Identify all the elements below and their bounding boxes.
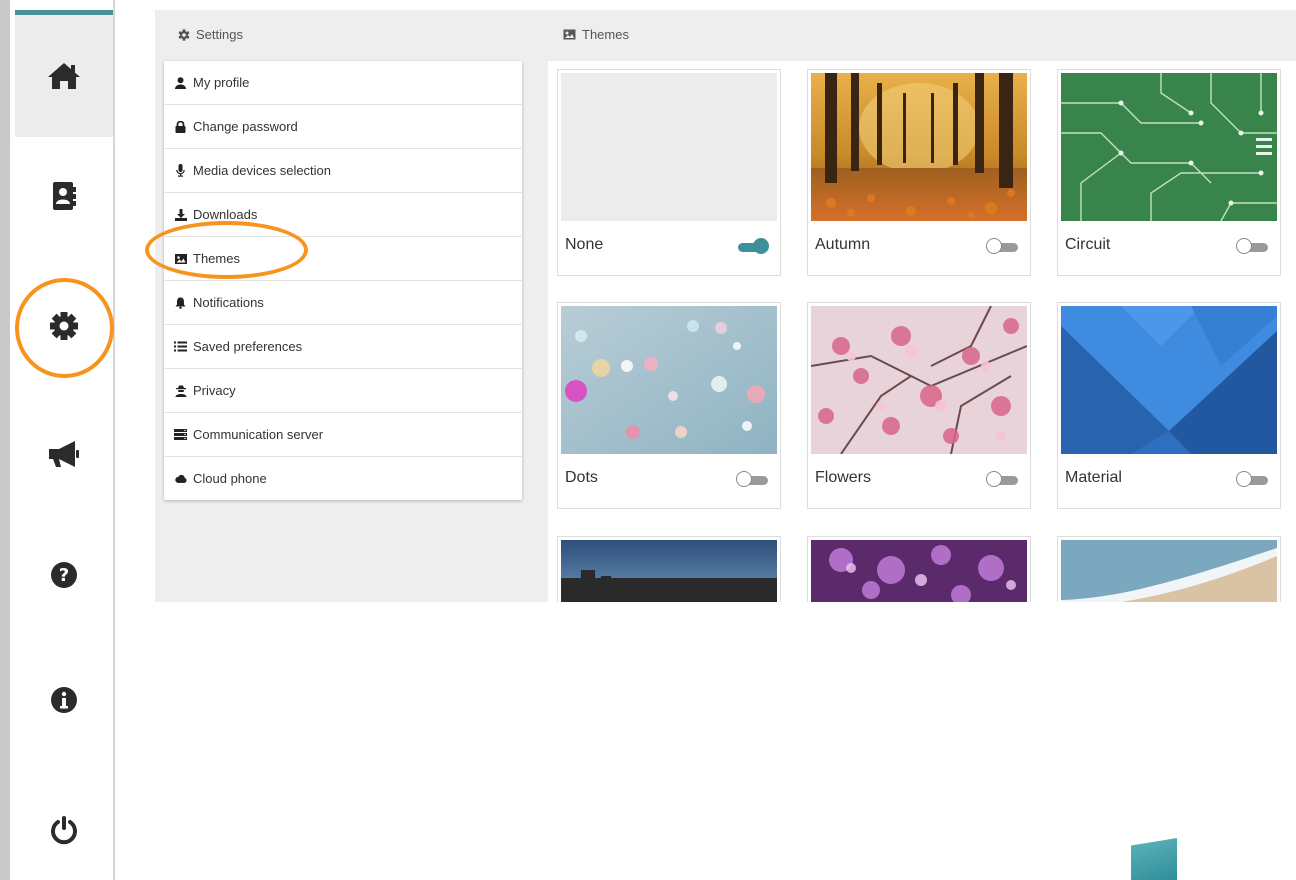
theme-preview-autumn [811, 73, 1027, 221]
settings-menu: My profile Change password Media devices… [164, 61, 522, 500]
theme-preview-none [561, 73, 777, 221]
user-icon [175, 76, 186, 89]
theme-card-none[interactable]: None [557, 69, 781, 276]
gear-icon [50, 312, 78, 340]
theme-name: None [565, 236, 604, 253]
gear-icon [178, 28, 190, 41]
sidebar-item-settings[interactable] [15, 296, 113, 356]
menu-item-label: Downloads [193, 207, 258, 222]
theme-card-beach[interactable] [1057, 536, 1281, 602]
sidebar: ? [15, 0, 115, 880]
image-icon [174, 253, 187, 264]
menu-item-label: Communication server [193, 427, 324, 442]
sidebar-item-home[interactable] [15, 46, 113, 106]
power-icon [51, 816, 77, 845]
theme-preview-flowers [811, 306, 1027, 454]
theme-name: Flowers [815, 469, 872, 486]
theme-card-circuit[interactable]: Circuit [1057, 69, 1281, 276]
theme-preview-city [561, 540, 777, 602]
image-icon [563, 29, 576, 40]
theme-preview-beach [1061, 540, 1277, 602]
menu-item-notifications[interactable]: Notifications [164, 281, 522, 325]
theme-name: Circuit [1065, 236, 1111, 253]
theme-toggle-none[interactable] [736, 238, 770, 256]
server-icon [174, 429, 187, 440]
theme-name: Dots [565, 469, 598, 486]
breadcrumb-settings: Settings [178, 27, 243, 42]
theme-toggle-circuit[interactable] [1236, 238, 1270, 256]
sidebar-item-help[interactable]: ? [15, 545, 113, 605]
question-circle-icon: ? [51, 562, 77, 588]
address-book-icon [53, 182, 76, 210]
window-edge [0, 0, 10, 880]
list-icon [174, 341, 187, 352]
menu-item-label: Notifications [193, 295, 264, 310]
settings-panel: Settings Themes My profile Change passwo… [155, 10, 1296, 602]
sidebar-item-contacts[interactable] [15, 166, 113, 226]
menu-item-saved-preferences[interactable]: Saved preferences [164, 325, 522, 369]
cloud-icon [175, 474, 187, 483]
themes-grid: None Autumn Circuit Dots Flowers Materia… [548, 61, 1296, 602]
menu-item-themes[interactable]: Themes [164, 237, 522, 281]
theme-toggle-autumn[interactable] [986, 238, 1020, 256]
breadcrumb-themes-label: Themes [582, 27, 629, 42]
theme-card-city[interactable] [557, 536, 781, 602]
menu-item-downloads[interactable]: Downloads [164, 193, 522, 237]
download-icon [174, 208, 187, 221]
sidebar-item-logout[interactable] [15, 800, 113, 860]
theme-card-blossom[interactable] [807, 536, 1031, 602]
info-circle-icon [51, 687, 77, 713]
menu-item-label: Media devices selection [193, 163, 332, 178]
menu-item-cloud-phone[interactable]: Cloud phone [164, 457, 522, 500]
menu-item-my-profile[interactable]: My profile [164, 61, 522, 105]
menu-item-label: My profile [193, 75, 250, 90]
theme-card-autumn[interactable]: Autumn [807, 69, 1031, 276]
menu-item-privacy[interactable]: Privacy [164, 369, 522, 413]
bell-icon [175, 297, 186, 309]
menu-item-label: Saved preferences [193, 339, 303, 354]
menu-item-media-devices[interactable]: Media devices selection [164, 149, 522, 193]
sidebar-item-announcements[interactable] [15, 424, 113, 484]
theme-name: Autumn [815, 236, 871, 253]
microphone-icon [176, 164, 185, 177]
corner-decoration [1131, 838, 1177, 880]
menu-item-label: Change password [193, 119, 298, 134]
theme-card-material[interactable]: Material [1057, 302, 1281, 509]
menu-item-label: Privacy [193, 383, 236, 398]
theme-preview-dots [561, 306, 777, 454]
theme-preview-circuit [1061, 73, 1277, 221]
breadcrumb-settings-label: Settings [196, 27, 243, 42]
theme-toggle-flowers[interactable] [986, 471, 1020, 489]
menu-item-communication-server[interactable]: Communication server [164, 413, 522, 457]
menu-item-change-password[interactable]: Change password [164, 105, 522, 149]
theme-preview-material [1061, 306, 1277, 454]
theme-toggle-material[interactable] [1236, 471, 1270, 489]
menu-item-label: Cloud phone [193, 471, 267, 486]
menu-item-label: Themes [193, 251, 240, 266]
theme-name: Material [1065, 469, 1122, 486]
theme-card-flowers[interactable]: Flowers [807, 302, 1031, 509]
theme-toggle-dots[interactable] [736, 471, 770, 489]
theme-preview-blossom [811, 540, 1027, 602]
breadcrumb-themes: Themes [563, 27, 629, 42]
megaphone-icon [49, 441, 79, 467]
user-secret-icon [175, 385, 186, 397]
svg-text:?: ? [59, 565, 69, 586]
sidebar-item-info[interactable] [15, 670, 113, 730]
sidebar-accent-bar [15, 10, 113, 15]
lock-icon [175, 120, 186, 133]
theme-card-dots[interactable]: Dots [557, 302, 781, 509]
home-icon [48, 63, 80, 89]
